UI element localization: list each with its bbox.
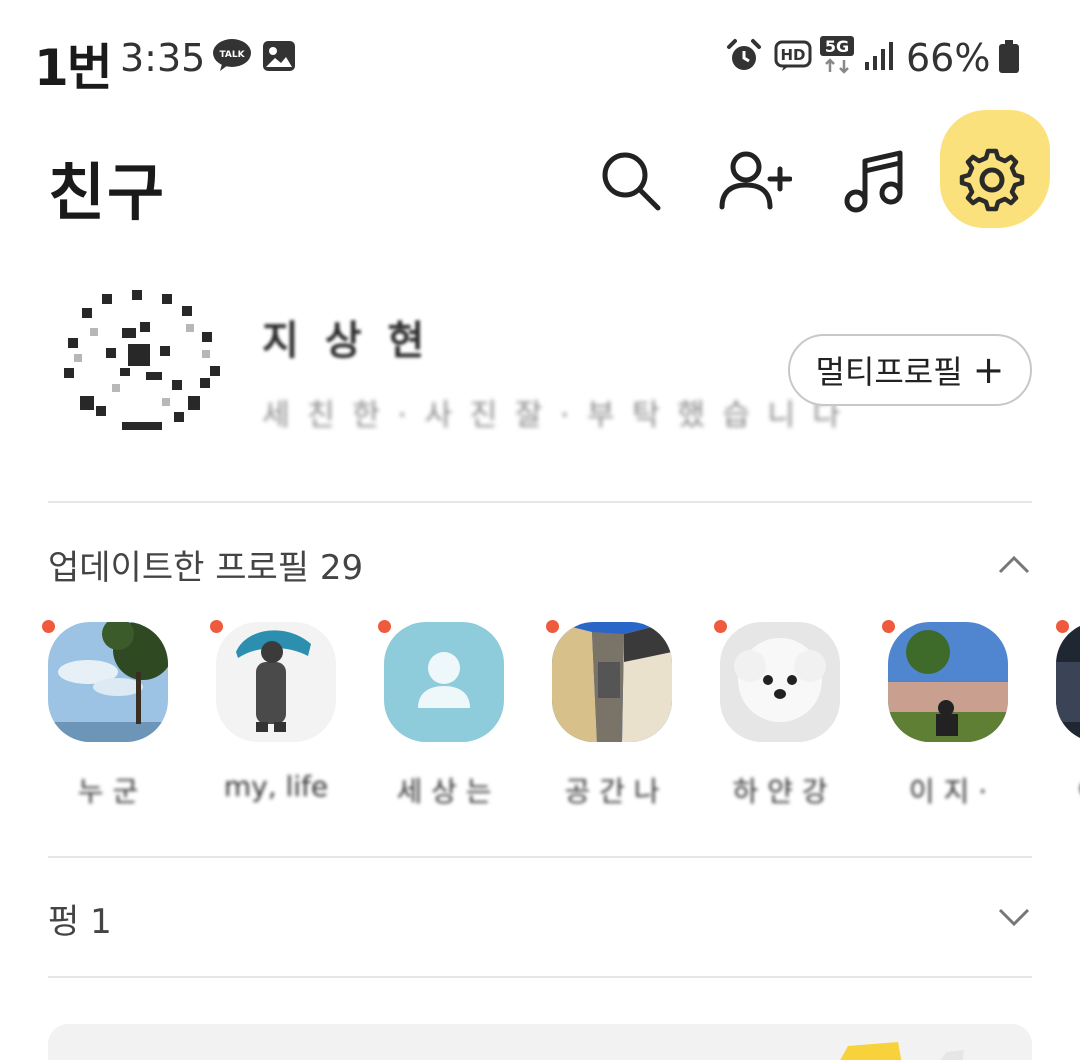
profile-thumbnail[interactable] xyxy=(720,622,840,742)
my-profile-avatar[interactable] xyxy=(62,288,222,440)
profile-name: my, life xyxy=(223,770,329,803)
new-update-dot xyxy=(882,620,895,633)
new-update-dot xyxy=(210,620,223,633)
multi-profile-button[interactable]: 멀티프로필 + xyxy=(788,334,1032,406)
multi-profile-label: 멀티프로필 xyxy=(815,353,963,391)
divider xyxy=(48,856,1032,858)
add-friend-button[interactable] xyxy=(716,142,792,218)
add-friend-icon xyxy=(719,151,792,210)
banner-graphic xyxy=(840,1042,964,1060)
clock: 3:35 xyxy=(120,36,206,80)
signal-icon xyxy=(865,42,893,70)
new-update-dot xyxy=(714,620,727,633)
settings-icon xyxy=(959,148,1025,212)
my-profile-name: 지 상 현 xyxy=(262,318,431,364)
carrier-label: 1번 xyxy=(34,39,113,97)
svg-text:TALK: TALK xyxy=(219,50,245,60)
my-profile-status-message: 세 친 한 · 사 진 잘 · 부 탁 했 습 니 다 xyxy=(262,398,845,433)
profile-name: 이 지 · xyxy=(908,775,988,808)
profile-thumbnail[interactable] xyxy=(888,622,1008,742)
profile-name: 공 간 나 xyxy=(564,775,660,808)
svg-text:5G: 5G xyxy=(825,37,849,56)
divider xyxy=(48,501,1032,503)
profile-thumbnail[interactable] xyxy=(216,622,336,742)
updated-profiles-title[interactable]: 업데이트한 프로필 29 xyxy=(48,540,363,589)
page-title: 친구 xyxy=(48,156,167,229)
kakaotalk-notification-icon: TALK xyxy=(213,39,251,71)
divider xyxy=(48,976,1032,978)
battery-percentage: 66% xyxy=(906,36,991,80)
new-update-dot xyxy=(378,620,391,633)
profile-thumbnail[interactable] xyxy=(48,622,168,742)
profile-name: 하 얀 강 xyxy=(732,775,828,808)
profile-thumbnail[interactable] xyxy=(384,622,504,742)
profile-thumbnail[interactable] xyxy=(1056,622,1080,742)
profile-name: 세 상 는 xyxy=(396,775,492,808)
gallery-icon xyxy=(263,41,295,71)
chevron-down-icon[interactable] xyxy=(996,906,1032,930)
profile-thumbnail[interactable] xyxy=(552,622,672,742)
status-bar: 1번 3:35 TALK HD 5G 66% xyxy=(0,0,1080,110)
pinned-section-title[interactable]: 펑 1 xyxy=(48,894,112,943)
music-icon xyxy=(844,150,903,213)
profile-name: 누 군 xyxy=(77,775,139,808)
battery-icon xyxy=(999,40,1019,73)
settings-button[interactable] xyxy=(954,142,1030,218)
search-button[interactable] xyxy=(592,142,668,218)
new-update-dot xyxy=(42,620,55,633)
search-icon xyxy=(602,152,661,211)
5g-icon: 5G xyxy=(820,36,854,74)
alarm-icon xyxy=(727,39,761,70)
music-button[interactable] xyxy=(836,142,912,218)
chevron-up-icon[interactable] xyxy=(996,552,1032,576)
profile-name: c xyxy=(1056,770,1080,803)
updated-profile-item[interactable]: c xyxy=(1056,620,1080,820)
hd-voice-icon: HD xyxy=(774,40,812,71)
svg-text:HD: HD xyxy=(780,46,805,64)
plus-icon: + xyxy=(972,348,1005,392)
ad-banner[interactable] xyxy=(48,1024,1032,1060)
default-profile-icon xyxy=(418,652,470,708)
new-update-dot xyxy=(1056,620,1069,633)
new-update-dot xyxy=(546,620,559,633)
